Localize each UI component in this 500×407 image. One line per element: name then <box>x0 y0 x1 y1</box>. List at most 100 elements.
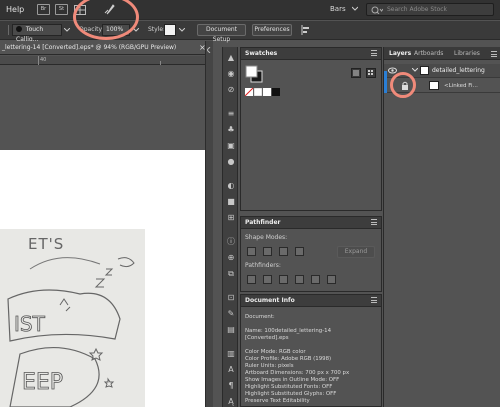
sublayer-name[interactable]: <Linked Fi... <box>444 83 478 89</box>
minus-back-icon[interactable] <box>327 275 336 284</box>
search-placeholder: Search Adobe Stock <box>387 6 448 13</box>
appearance-icon[interactable]: ● <box>226 157 236 167</box>
ruler-tick <box>38 56 39 65</box>
brushes-icon[interactable]: ✎ <box>226 309 236 319</box>
exclude-icon[interactable] <box>295 247 304 256</box>
chevron-down-icon[interactable] <box>351 6 359 12</box>
sublayer-thumbnail <box>429 81 439 90</box>
layer-thumbnail <box>420 66 429 75</box>
tab-layers[interactable]: Layers <box>389 50 411 57</box>
document-setup-button[interactable]: Document Setup <box>197 24 246 43</box>
panel-dock-edge[interactable] <box>205 41 213 407</box>
panel-icon-column: ▲ ◉ ⊘ ≡ ♣ ▣ ● ◐ ■ ⊞ ⓘ ⊕ ⧉ ⊡ ✎ ▤ ▥ A ¶ Ą <box>222 47 238 407</box>
layers-panel: Layers Artboards Libraries detailed_lett… <box>383 47 500 407</box>
divide-icon[interactable] <box>247 275 256 284</box>
info-line: Color Mode: RGB color <box>245 349 306 355</box>
gradient-icon[interactable]: ■ <box>226 197 236 207</box>
lettering-artwork-image[interactable]: IST EEP ET'S <box>0 229 145 407</box>
chevron-down-icon[interactable] <box>63 27 71 33</box>
panel-menu-icon[interactable] <box>371 50 377 56</box>
minus-front-icon[interactable] <box>263 247 272 256</box>
swatches-header: Swatches <box>241 48 381 60</box>
ruler-label: 40 <box>40 57 47 63</box>
color-guide-icon[interactable]: ◉ <box>226 69 236 79</box>
document-tab-title: _lettering-14 [Converted].eps* @ 94% (RG… <box>2 44 177 51</box>
info-line: Ruler Units: pixels <box>245 363 294 369</box>
layers-panel-icon[interactable]: ▤ <box>226 325 236 335</box>
artboards-panel-icon[interactable]: ▥ <box>226 349 236 359</box>
panel-menu-icon[interactable] <box>371 219 377 225</box>
svg-text:IST: IST <box>14 312 46 336</box>
tab-libraries[interactable]: Libraries <box>454 50 480 57</box>
merge-icon[interactable] <box>279 275 288 284</box>
crop-icon[interactable] <box>295 275 304 284</box>
brush-select[interactable]: Touch Callig... <box>12 24 62 43</box>
swatch-row[interactable] <box>244 87 281 97</box>
bridge-app-button[interactable]: Br <box>37 4 50 15</box>
swatches-title[interactable]: Swatches <box>245 50 277 57</box>
info-line: Preserve Text Editability <box>245 398 310 404</box>
layers-tab-bar: Layers Artboards Libraries <box>384 47 500 60</box>
transform-icon[interactable]: ⊡ <box>226 293 236 303</box>
navigator-icon[interactable]: ⊘ <box>226 85 236 95</box>
style-label: Style: <box>148 26 166 33</box>
trim-icon[interactable] <box>263 275 272 284</box>
layer-name[interactable]: detailed_lettering <box>432 67 485 74</box>
document-tab[interactable]: _lettering-14 [Converted].eps* @ 94% (RG… <box>0 41 213 55</box>
tab-artboards[interactable]: Artboards <box>414 50 443 57</box>
info-line: Name: 100detailed_lettering-14 <box>245 328 332 334</box>
libraries-icon[interactable]: ▲ <box>226 53 236 63</box>
collapse-chevron-icon[interactable] <box>206 46 211 54</box>
horizontal-ruler: 40 <box>0 56 213 65</box>
style-swatch[interactable] <box>164 24 176 36</box>
unite-icon[interactable] <box>247 247 256 256</box>
swatches-panel: Swatches <box>240 47 382 211</box>
document-info-title[interactable]: Document Info <box>245 297 295 304</box>
panel-menu-icon[interactable] <box>371 297 377 303</box>
thumbnail-view-icon[interactable] <box>366 68 376 78</box>
list-view-icon[interactable] <box>351 68 361 78</box>
document-info-section: Document: <box>245 314 275 320</box>
pathfinder-panel-icon[interactable]: ⧉ <box>226 269 236 279</box>
graphic-styles-icon[interactable]: ▣ <box>226 141 236 151</box>
links-icon[interactable]: ⊕ <box>226 253 236 263</box>
highlight-circle-lock <box>390 72 416 98</box>
layer-color-bar <box>384 71 387 93</box>
brush-dot-icon <box>16 26 22 32</box>
menu-help[interactable]: Help <box>6 5 24 14</box>
panel-menu-icon[interactable] <box>491 51 497 57</box>
workspace-switcher[interactable]: Bars <box>330 5 346 13</box>
expand-button[interactable]: Expand <box>337 246 375 258</box>
stroke-icon[interactable]: ≡ <box>226 109 236 119</box>
chevron-down-icon[interactable] <box>178 27 186 33</box>
ruler-tick <box>160 61 161 65</box>
panel-grip <box>3 25 9 35</box>
preferences-button[interactable]: Preferences <box>252 24 292 36</box>
pathfinder-title[interactable]: Pathfinder <box>245 219 280 226</box>
pathfinder-panel: Pathfinder Shape Modes: Expand Pathfinde… <box>240 216 382 292</box>
stock-search-box[interactable]: Search Adobe Stock <box>366 3 494 16</box>
fill-stroke-icon[interactable] <box>245 65 263 83</box>
transparency-icon[interactable]: ◐ <box>226 181 236 191</box>
align-panel-icon[interactable]: ⊞ <box>226 213 236 223</box>
stock-app-button[interactable]: St <box>55 4 68 15</box>
pathfinders-label: Pathfinders: <box>245 262 281 269</box>
info-line: Artboard Dimensions: 700 px x 700 px <box>245 370 350 376</box>
info-line: Color Profile: Adobe RGB (1998) <box>245 356 332 362</box>
glyphs-icon[interactable]: Ą <box>226 397 236 407</box>
info-icon[interactable]: ⓘ <box>226 237 236 247</box>
shape-modes-label: Shape Modes: <box>245 234 288 241</box>
document-info-header: Document Info <box>241 295 381 307</box>
pathfinder-header: Pathfinder <box>241 217 381 229</box>
info-line: [Converted].eps <box>245 335 289 341</box>
character-icon[interactable]: A <box>226 365 236 375</box>
expand-layer-chevron-icon[interactable] <box>411 67 419 73</box>
symbols-icon[interactable]: ♣ <box>226 125 236 135</box>
document-info-panel: Document Info Document: Name: 100detaile… <box>240 294 382 407</box>
search-icon <box>371 6 384 15</box>
info-line: Highlight Substituted Glyphs: OFF <box>245 391 337 397</box>
intersect-icon[interactable] <box>279 247 288 256</box>
align-icon[interactable] <box>301 25 311 35</box>
paragraph-icon[interactable]: ¶ <box>226 381 236 391</box>
outline-icon[interactable] <box>311 275 320 284</box>
